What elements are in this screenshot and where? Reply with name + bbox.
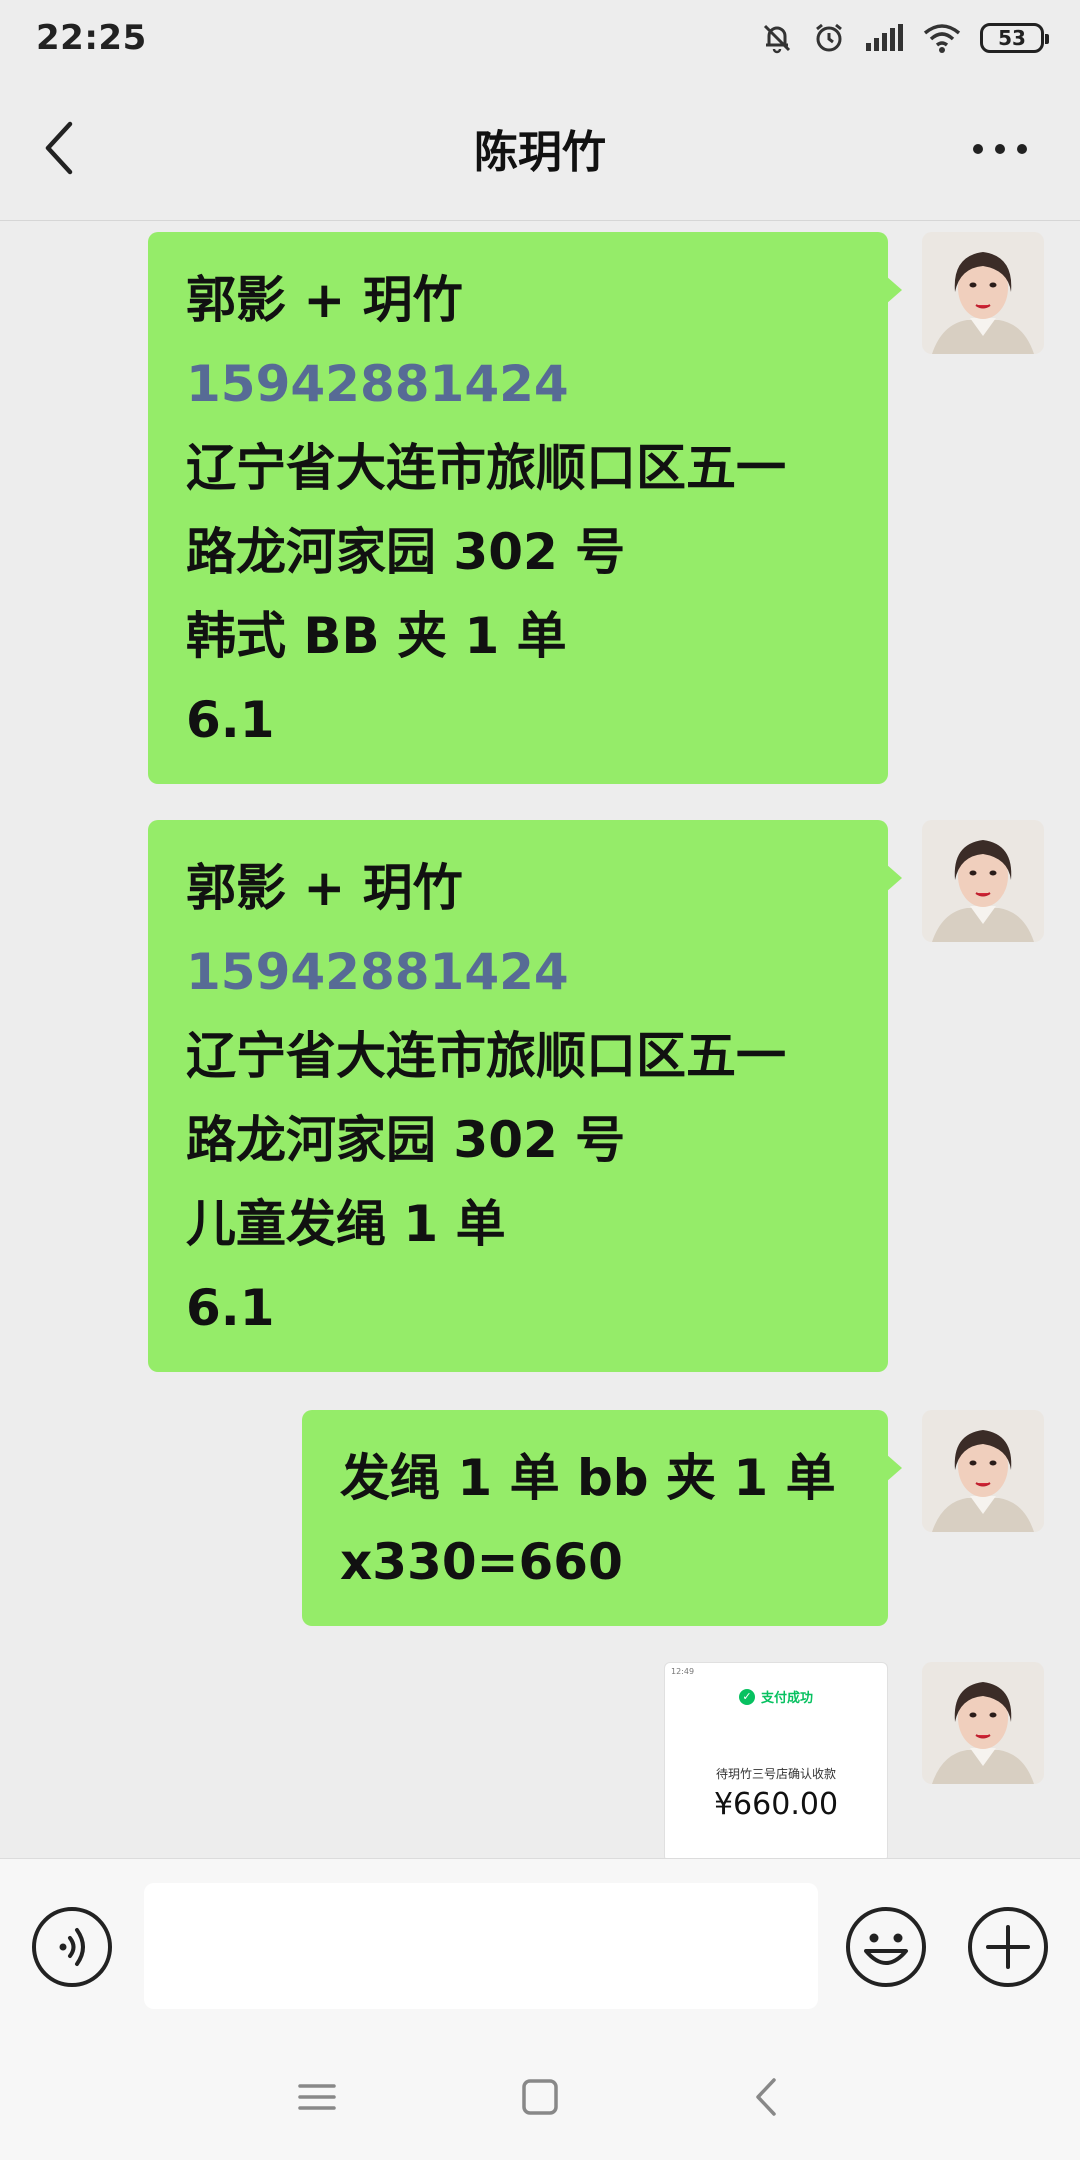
message-line: 6.1 — [186, 691, 275, 749]
payment-amount: ¥660.00 — [713, 1787, 839, 1822]
message-line: 6.1 — [186, 1279, 275, 1337]
status-icons: 53 — [760, 21, 1049, 55]
avatar[interactable] — [922, 820, 1044, 942]
chat-title: 陈玥竹 — [474, 127, 606, 178]
plus-icon[interactable] — [966, 1905, 1050, 1989]
check-circle-icon: ✓ — [738, 1688, 755, 1705]
phone-link[interactable]: 15942881424 — [186, 342, 852, 426]
chat-message: 郭影 + 玥竹 15942881424 辽宁省大连市旅顺口区五一 路龙河家园 3… — [148, 232, 1044, 784]
message-line: 路龙河家园 302 号 — [186, 1111, 626, 1169]
message-line: 发绳 1 单 bb 夹 1 单 — [340, 1449, 836, 1507]
status-bar: 22:25 53 — [0, 0, 1080, 76]
wifi-icon — [922, 22, 962, 54]
message-line: x330=660 — [340, 1533, 623, 1591]
message-line: 辽宁省大连市旅顺口区五一 — [186, 1027, 786, 1085]
alarm-icon — [812, 21, 846, 55]
message-bubble[interactable]: 郭影 + 玥竹 15942881424 辽宁省大连市旅顺口区五一 路龙河家园 3… — [148, 820, 902, 1372]
chat-message: 郭影 + 玥竹 15942881424 辽宁省大连市旅顺口区五一 路龙河家园 3… — [148, 820, 1044, 1372]
voice-icon[interactable] — [30, 1905, 114, 1989]
battery-level: 53 — [998, 26, 1026, 50]
mini-status-time: 12:49 — [671, 1667, 695, 1676]
system-nav-bar — [0, 2030, 1080, 2160]
message-line: 郭影 + 玥竹 — [186, 271, 463, 329]
more-dots-icon[interactable] — [970, 134, 1030, 164]
message-line: 韩式 BB 夹 1 单 — [186, 607, 567, 665]
input-bar — [0, 1858, 1080, 2030]
pending-text: 待玥竹三号店确认收款 — [715, 1767, 836, 1781]
message-input[interactable] — [144, 1883, 818, 2009]
message-line: 儿童发绳 1 单 — [186, 1195, 506, 1253]
message-line: 郭影 + 玥竹 — [186, 859, 463, 917]
pay-status: 支付成功 — [760, 1691, 813, 1706]
battery-icon: 53 — [980, 23, 1049, 53]
menu-icon[interactable] — [294, 2074, 340, 2120]
status-time: 22:25 — [36, 18, 147, 58]
signal-icon — [864, 23, 904, 53]
avatar[interactable] — [922, 1662, 1044, 1784]
chevron-left-icon[interactable] — [36, 120, 86, 176]
chat-list[interactable]: 郭影 + 玥竹 15942881424 辽宁省大连市旅顺口区五一 路龙河家园 3… — [0, 220, 1080, 1858]
avatar[interactable] — [922, 1410, 1044, 1532]
chat-message: 12:49 ✓ 支付成功 待玥竹三号店确认收款 ¥660.00 — [664, 1662, 1044, 1858]
message-bubble[interactable]: 发绳 1 单 bb 夹 1 单 x330=660 — [302, 1410, 902, 1626]
back-triangle-icon[interactable] — [744, 2074, 790, 2120]
avatar[interactable] — [922, 232, 1044, 354]
mute-bell-icon — [760, 21, 794, 55]
payment-screenshot-image[interactable]: 12:49 ✓ 支付成功 待玥竹三号店确认收款 ¥660.00 — [664, 1662, 888, 1858]
message-line: 辽宁省大连市旅顺口区五一 — [186, 439, 786, 497]
home-square-icon[interactable] — [517, 2074, 563, 2120]
chat-header: 陈玥竹 — [0, 76, 1080, 221]
chat-message: 发绳 1 单 bb 夹 1 单 x330=660 — [302, 1410, 1044, 1626]
emoji-icon[interactable] — [844, 1905, 928, 1989]
message-line: 路龙河家园 302 号 — [186, 523, 626, 581]
phone-link[interactable]: 15942881424 — [186, 930, 852, 1014]
message-bubble[interactable]: 郭影 + 玥竹 15942881424 辽宁省大连市旅顺口区五一 路龙河家园 3… — [148, 232, 902, 784]
pay-success-row: ✓ 支付成功 — [665, 1687, 887, 1706]
